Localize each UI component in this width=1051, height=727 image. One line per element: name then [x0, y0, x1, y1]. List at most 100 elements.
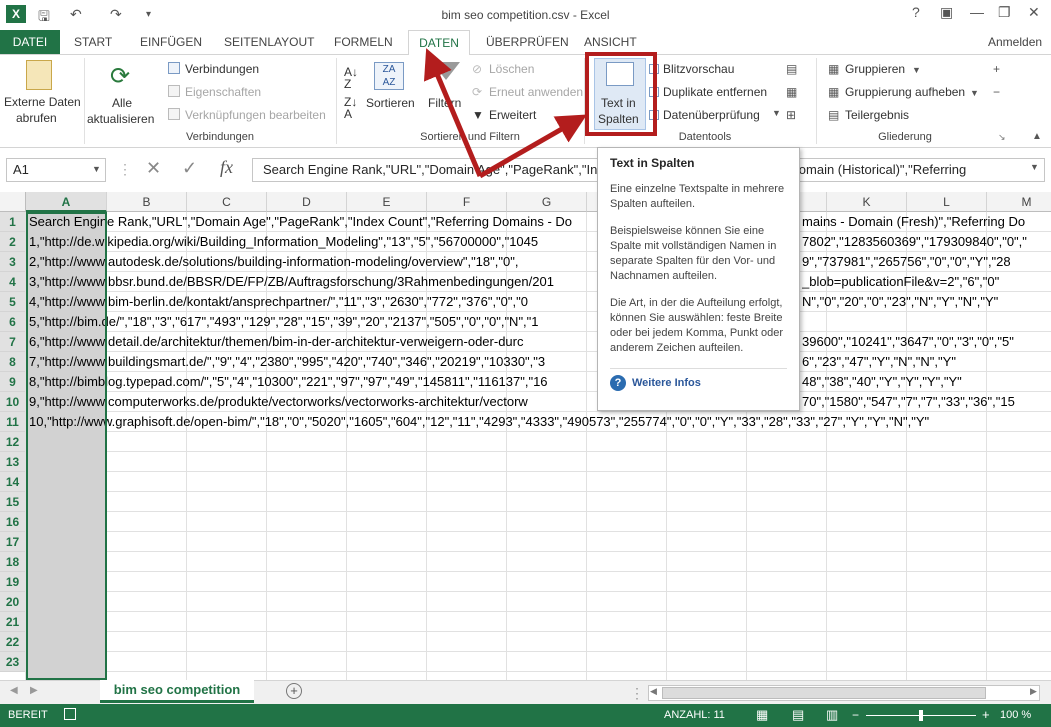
subtotal-button[interactable]: Teilergebnis — [845, 108, 909, 122]
chevron-down-icon[interactable]: ▼ — [970, 88, 979, 98]
tab-view[interactable]: ANSICHT — [576, 30, 645, 54]
properties-button[interactable]: Eigenschaften — [185, 85, 261, 99]
row-header-21[interactable]: 21 — [0, 612, 26, 632]
tab-insert[interactable]: EINFÜGEN — [132, 30, 210, 54]
name-box[interactable]: A1 — [6, 158, 106, 182]
dialog-launcher-icon[interactable]: ↘ — [998, 132, 1006, 143]
insert-function-icon[interactable]: fx — [220, 157, 233, 178]
expand-formula-icon[interactable]: ▼ — [1030, 162, 1039, 172]
row-header-7[interactable]: 7 — [0, 332, 26, 352]
cell-a11[interactable]: 10,"http://www.graphisoft.de/open-bim/",… — [29, 412, 929, 432]
column-header-f[interactable]: F — [427, 192, 507, 212]
zoom-out-icon[interactable]: − — [852, 708, 859, 722]
row-header-6[interactable]: 6 — [0, 312, 26, 332]
row-header-9[interactable]: 9 — [0, 372, 26, 392]
row-header-13[interactable]: 13 — [0, 452, 26, 472]
tab-file[interactable]: DATEI — [0, 30, 60, 54]
zoom-level[interactable]: 100 % — [1000, 709, 1031, 721]
row-header-15[interactable]: 15 — [0, 492, 26, 512]
column-header-k[interactable]: K — [827, 192, 907, 212]
row-header-17[interactable]: 17 — [0, 532, 26, 552]
column-header-a[interactable]: A — [26, 192, 107, 212]
close-button[interactable]: ✕ — [1028, 4, 1040, 21]
sign-in-link[interactable]: Anmelden — [988, 30, 1042, 54]
sort-az-icon[interactable]: A↓ Z — [344, 66, 358, 90]
sort-button[interactable]: Sortieren — [366, 96, 415, 110]
row-header-5[interactable]: 5 — [0, 292, 26, 312]
row-header-18[interactable]: 18 — [0, 552, 26, 572]
tab-review[interactable]: ÜBERPRÜFEN — [478, 30, 577, 54]
cell-a1[interactable]: Search Engine Rank,"URL","Domain Age","P… — [29, 212, 572, 232]
add-sheet-icon[interactable]: + — [286, 683, 302, 699]
scrollbar-thumb[interactable] — [662, 687, 986, 699]
help-button[interactable]: ? — [912, 4, 920, 20]
normal-view-icon[interactable]: ▦ — [756, 707, 768, 723]
worksheet-grid[interactable]: ABCDEFGHIJKLM 12345678910111213141516171… — [0, 192, 1051, 680]
refresh-all-label-1[interactable]: Alle — [112, 96, 132, 110]
remove-duplicates-button[interactable]: Duplikate entfernen — [663, 85, 767, 99]
edit-links-button[interactable]: Verknüpfungen bearbeiten — [185, 108, 326, 122]
consolidate-icon[interactable]: ▤ — [786, 62, 797, 76]
row-header-19[interactable]: 19 — [0, 572, 26, 592]
zoom-in-icon[interactable]: + — [982, 707, 990, 722]
more-info-link[interactable]: Weitere Infos — [632, 377, 701, 389]
row-header-4[interactable]: 4 — [0, 272, 26, 292]
row-header-10[interactable]: 10 — [0, 392, 26, 412]
column-header-d[interactable]: D — [267, 192, 347, 212]
group-button[interactable]: Gruppieren — [845, 62, 905, 76]
relationships-icon[interactable]: ⊞ — [786, 108, 796, 122]
row-header-2[interactable]: 2 — [0, 232, 26, 252]
row-header-1[interactable]: 1 — [0, 212, 26, 232]
column-header-m[interactable]: M — [987, 192, 1051, 212]
column-header-g[interactable]: G — [507, 192, 587, 212]
column-header-c[interactable]: C — [187, 192, 267, 212]
enter-icon[interactable]: ✓ — [182, 158, 197, 179]
minimize-button[interactable]: — — [970, 4, 984, 20]
what-if-icon[interactable]: ▦ — [786, 85, 797, 99]
clear-button[interactable]: Löschen — [489, 62, 534, 76]
tab-formulas[interactable]: FORMELN — [326, 30, 401, 54]
tab-start[interactable]: START — [66, 30, 120, 54]
row-header-11[interactable]: 11 — [0, 412, 26, 432]
scroll-left-icon[interactable]: ◀ — [10, 685, 18, 696]
page-layout-view-icon[interactable]: ▤ — [792, 707, 804, 723]
hide-detail-icon[interactable]: − — [993, 85, 1000, 99]
collapse-ribbon-icon[interactable]: ▲ — [1032, 131, 1042, 142]
chevron-down-icon[interactable]: ▼ — [772, 108, 781, 118]
refresh-all-label-2[interactable]: aktualisieren — [87, 112, 154, 126]
row-header-22[interactable]: 22 — [0, 632, 26, 652]
ribbon-display-icon[interactable]: ▣ — [940, 4, 953, 21]
sheet-tab-active[interactable]: bim seo competition — [100, 680, 254, 703]
zoom-slider-thumb[interactable] — [919, 710, 923, 721]
row-header-16[interactable]: 16 — [0, 512, 26, 532]
connections-button[interactable]: Verbindungen — [185, 62, 259, 76]
row-header-3[interactable]: 3 — [0, 252, 26, 272]
restore-button[interactable]: ❐ — [998, 4, 1011, 21]
row-header-14[interactable]: 14 — [0, 472, 26, 492]
column-header-b[interactable]: B — [107, 192, 187, 212]
scroll-right-arrow-icon[interactable]: ▶ — [1030, 686, 1037, 697]
cell-a4[interactable]: 3,"http://www.bbsr.bund.de/BBSR/DE/FP/ZB… — [29, 272, 554, 292]
row-header-20[interactable]: 20 — [0, 592, 26, 612]
column-header-e[interactable]: E — [347, 192, 427, 212]
row-header-23[interactable]: 23 — [0, 652, 26, 672]
flash-fill-button[interactable]: Blitzvorschau — [663, 62, 734, 76]
page-break-view-icon[interactable]: ▥ — [826, 707, 838, 723]
sort-za-icon[interactable]: Z↓ A — [344, 96, 357, 120]
ungroup-button[interactable]: Gruppierung aufheben — [845, 85, 965, 99]
row-header-12[interactable]: 12 — [0, 432, 26, 452]
column-header-l[interactable]: L — [907, 192, 987, 212]
split-handle-icon[interactable]: ⋮ — [630, 685, 644, 702]
external-data-label-2[interactable]: abrufen — [16, 111, 57, 125]
row-header-8[interactable]: 8 — [0, 352, 26, 372]
chevron-down-icon[interactable]: ▼ — [92, 164, 101, 174]
macro-record-icon[interactable] — [64, 708, 76, 720]
chevron-down-icon[interactable]: ▼ — [912, 65, 921, 75]
show-detail-icon[interactable]: + — [993, 62, 1000, 76]
select-all-corner[interactable] — [0, 192, 26, 212]
cancel-icon[interactable]: ✕ — [146, 158, 161, 179]
tab-data[interactable]: DATEN — [408, 30, 470, 55]
filter-button[interactable]: Filtern — [428, 96, 461, 110]
scroll-right-icon[interactable]: ▶ — [30, 685, 38, 696]
reapply-button[interactable]: Erneut anwenden — [489, 85, 583, 99]
